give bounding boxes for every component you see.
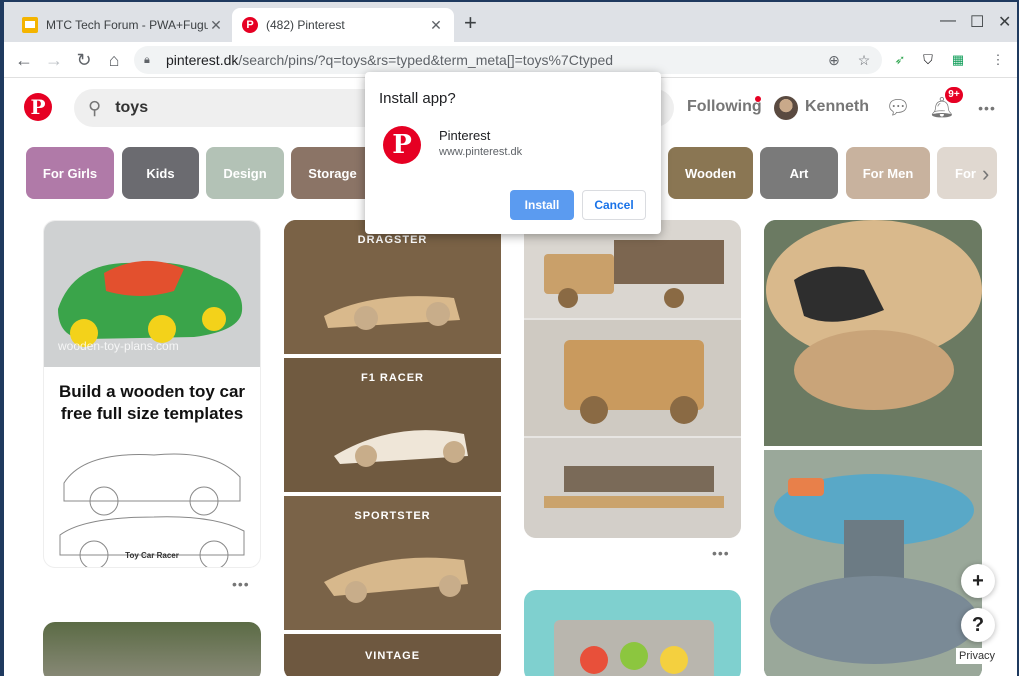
tab-title: MTC Tech Forum - PWA+Fugu - G xyxy=(46,18,208,32)
pinterest-logo[interactable]: P xyxy=(24,93,52,121)
pin-image-wooden-cars xyxy=(284,220,501,676)
minimize-button[interactable]: — xyxy=(940,12,956,30)
close-tab-icon[interactable]: ✕ xyxy=(428,17,444,33)
pin-image-felt-food xyxy=(554,620,714,676)
guide-chip[interactable]: For Girls xyxy=(26,147,114,199)
pin-label-f1-racer: F1 RACER xyxy=(360,372,424,384)
pin-sub: Toy Car Racer xyxy=(125,551,179,560)
install-button[interactable]: Install xyxy=(510,190,574,220)
bookmark-star-icon[interactable]: ☆ xyxy=(854,50,874,70)
pin-watermark: wooden-toy-plans.com xyxy=(58,339,179,353)
pin-spool-track[interactable] xyxy=(764,220,982,676)
url-path: /search/pins/?q=toys&rs=typed&term_meta[… xyxy=(238,52,614,68)
new-tab-button[interactable]: + xyxy=(464,12,477,34)
pin-label-sportster: SPORTSTER xyxy=(354,510,431,522)
add-button[interactable]: + xyxy=(961,564,995,598)
guide-chip[interactable]: Wooden xyxy=(668,147,753,199)
pin-label-dragster: DRAGSTER xyxy=(357,234,428,246)
pinterest-app-icon: P xyxy=(383,126,421,164)
extension-shield-icon[interactable]: ⛉ xyxy=(918,50,938,70)
avatar[interactable] xyxy=(774,96,798,120)
guide-chip[interactable]: For Men xyxy=(846,147,930,199)
pin-image-wooden-trucks xyxy=(524,220,741,538)
pinterest-icon: P xyxy=(242,17,258,33)
more-options-icon[interactable]: ••• xyxy=(974,95,1000,121)
close-tab-icon[interactable]: ✕ xyxy=(208,17,224,33)
slides-icon xyxy=(22,17,38,33)
chrome-menu-icon[interactable]: ⋮ xyxy=(988,50,1008,70)
app-name: Pinterest xyxy=(439,128,491,143)
car-template-drawing xyxy=(59,453,245,567)
lock-icon[interactable]: 🔒︎ xyxy=(144,54,156,66)
privacy-link[interactable]: Privacy xyxy=(956,648,999,664)
guide-chip[interactable]: Art xyxy=(760,147,838,199)
pin-image-spool-track xyxy=(764,220,982,676)
back-icon[interactable]: ← xyxy=(12,48,36,72)
address-bar[interactable]: 🔒︎ pinterest.dk /search/pins/?q=toys&rs=… xyxy=(134,46,882,74)
tab-title: (482) Pinterest xyxy=(266,18,345,32)
tab-pinterest[interactable]: P (482) Pinterest ✕ xyxy=(232,8,454,42)
pin-more-button[interactable]: ••• xyxy=(232,576,250,592)
reload-icon[interactable]: ↻ xyxy=(72,48,96,72)
following-link[interactable]: Following xyxy=(687,98,762,116)
guide-chip[interactable]: Storage xyxy=(291,147,374,199)
close-window-button[interactable]: ✕ xyxy=(998,12,1011,32)
help-button[interactable]: ? xyxy=(961,608,995,642)
url-host: pinterest.dk xyxy=(166,52,239,68)
pin-wooden-trucks[interactable] xyxy=(524,220,741,538)
new-activity-dot xyxy=(755,96,761,102)
pin-heading: Build a wooden toy car free full size te… xyxy=(58,382,246,423)
tab-mtc-forum[interactable]: MTC Tech Forum - PWA+Fugu - G ✕ xyxy=(12,8,234,42)
install-app-dialog: Install app? P Pinterest www.pinterest.d… xyxy=(365,72,661,234)
maximize-button[interactable]: ☐ xyxy=(970,12,984,32)
install-app-icon[interactable]: ⊕ xyxy=(824,50,844,70)
guide-chip[interactable]: Kids xyxy=(122,147,199,199)
forward-icon[interactable]: → xyxy=(42,48,66,72)
guide-chip[interactable]: Design xyxy=(206,147,284,199)
pin-more-button[interactable]: ••• xyxy=(712,545,730,561)
browser-window: MTC Tech Forum - PWA+Fugu - G ✕ P (482) … xyxy=(4,2,1017,676)
search-icon: ⚲ xyxy=(88,97,102,118)
extension-rocket-icon[interactable]: ➶ xyxy=(890,50,910,70)
app-url: www.pinterest.dk xyxy=(439,146,523,158)
pin-label-vintage: VINTAGE xyxy=(364,650,421,662)
messages-icon[interactable]: 💬︎ xyxy=(885,95,911,121)
tab-strip: MTC Tech Forum - PWA+Fugu - G ✕ P (482) … xyxy=(4,2,1017,42)
dialog-title: Install app? xyxy=(379,90,456,107)
extension-sheet-icon[interactable]: ▦ xyxy=(948,50,968,70)
pin-knit-toy[interactable] xyxy=(43,622,261,676)
chevron-right-icon[interactable]: › xyxy=(982,161,989,187)
pin-wooden-cars[interactable]: DRAGSTER F1 RACER SPORTSTER VINTAGE xyxy=(284,220,501,676)
cancel-button[interactable]: Cancel xyxy=(582,190,646,220)
profile-link[interactable]: Kenneth xyxy=(805,98,869,116)
pin-toy-car[interactable]: Build a wooden toy car free full size te… xyxy=(43,220,261,568)
search-value: toys xyxy=(115,99,149,116)
home-icon[interactable]: ⌂ xyxy=(102,48,126,72)
pin-felt-food[interactable] xyxy=(524,590,741,676)
notification-badge: 9+ xyxy=(945,87,963,103)
